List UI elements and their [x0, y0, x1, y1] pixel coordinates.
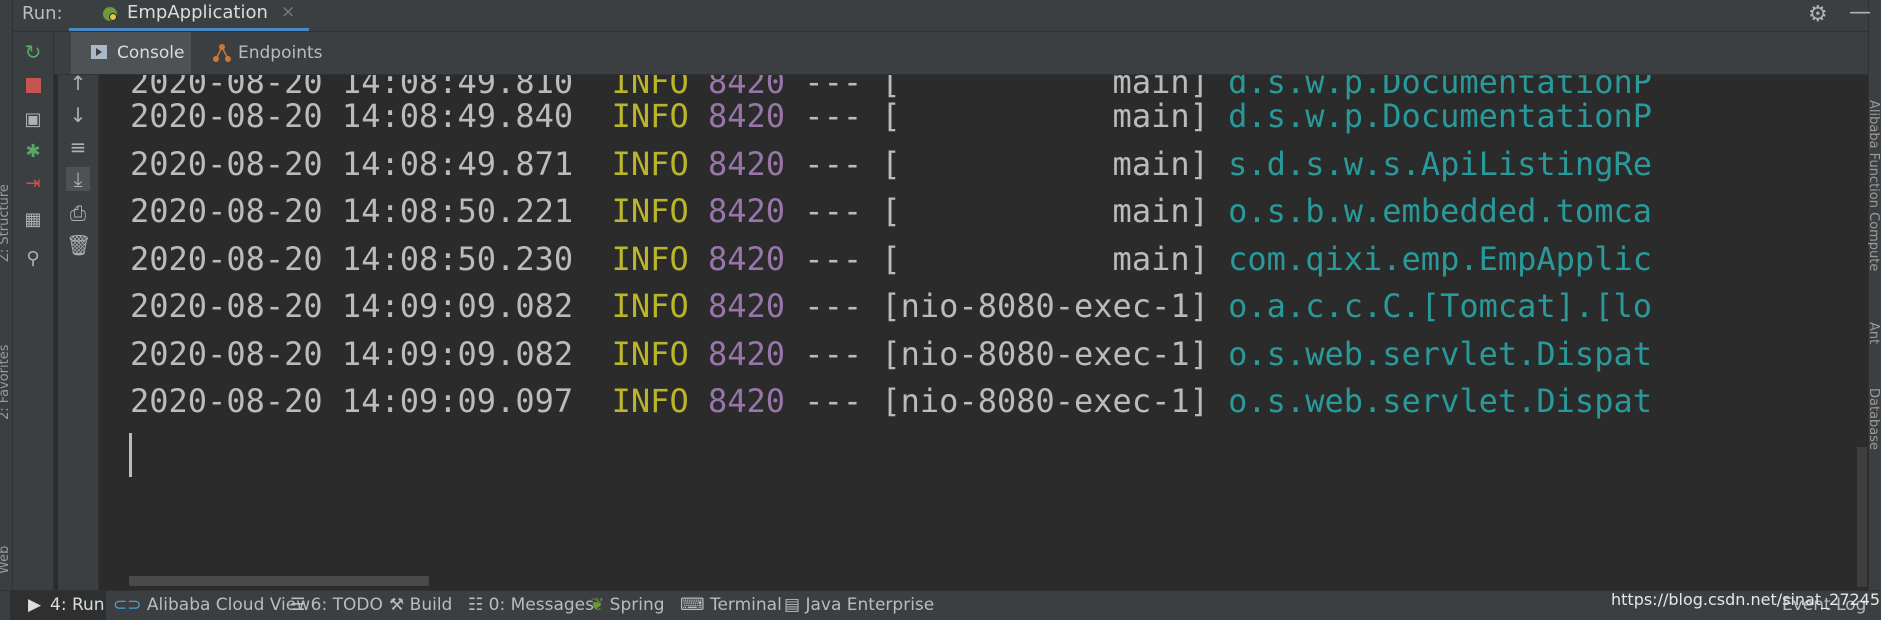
log-line: 2020-08-20 14:09:09.097 INFO 8420 --- [n…: [130, 382, 1652, 420]
tool-button-run[interactable]: ▶ 4: Run: [10, 591, 106, 620]
messages-label: 0: Messages: [488, 595, 594, 615]
tool-button-spring[interactable]: ❦ Spring: [590, 595, 665, 615]
rerun-icon[interactable]: ↻: [21, 40, 45, 64]
run-header: Run: EmpApplication × ⚙ —: [13, 0, 1871, 32]
cloud-icon: ⊂⊃: [113, 595, 142, 615]
cloud-view-label: Alibaba Cloud View: [146, 595, 311, 615]
bottom-tool-bar: ▶ 4: Run ⊂⊃ Alibaba Cloud View ☰ 6: TODO…: [0, 590, 1881, 620]
favorites-tool-button[interactable]: 2: Favorites: [0, 344, 12, 420]
console-toolbar: ↑ ↓ ≡ ⤓ ⎙ 🗑: [58, 71, 99, 590]
endpoints-icon: [213, 44, 231, 62]
spring-icon: ❦: [590, 595, 605, 615]
horizontal-scrollbar[interactable]: [129, 576, 429, 586]
log-line: 2020-08-20 14:08:50.230 INFO 8420 --- [ …: [130, 240, 1652, 278]
tool-button-build[interactable]: ⚒ Build: [389, 595, 452, 615]
tool-button-terminal[interactable]: ⌨ Terminal: [680, 595, 782, 615]
watermark-url: https://blog.csdn.net/sinat_27245917: [1611, 590, 1881, 609]
gear-icon[interactable]: ⚙: [1808, 2, 1828, 27]
hammer-icon: ⚒: [389, 595, 405, 615]
log-line: 2020-08-20 14:09:09.082 INFO 8420 --- [n…: [130, 287, 1652, 325]
print-icon[interactable]: ⎙: [66, 201, 90, 225]
trash-icon[interactable]: 🗑: [66, 233, 91, 257]
tool-button-todo[interactable]: ☰ 6: TODO: [290, 595, 383, 615]
soft-wrap-icon[interactable]: ≡: [66, 135, 90, 159]
tool-button-cloud-view[interactable]: ⊂⊃ Alibaba Cloud View: [113, 595, 310, 615]
run-tab-label: EmpApplication: [127, 2, 268, 23]
log-line: 2020-08-20 14:08:50.221 INFO 8420 --- [ …: [130, 192, 1652, 230]
todo-label: 6: TODO: [310, 595, 383, 615]
log-line: 2020-08-20 14:09:09.082 INFO 8420 --- [n…: [130, 335, 1652, 373]
console-output[interactable]: 2020-08-20 14:08:49.810 INFO 8420 --- [ …: [99, 75, 1868, 589]
scroll-to-end-icon[interactable]: ⤓: [66, 167, 90, 191]
vertical-scrollbar[interactable]: [1857, 447, 1867, 587]
endpoints-tab-label: Endpoints: [238, 43, 323, 63]
left-tool-strip: Web 2: Favorites Z: Structure: [0, 0, 13, 590]
sub-tabs: Console Endpoints: [13, 32, 1868, 75]
terminal-label: Terminal: [709, 595, 782, 615]
spring-label: Spring: [609, 595, 665, 615]
web-tool-button[interactable]: Web: [0, 546, 12, 574]
database-tool-button[interactable]: Database: [1866, 388, 1881, 450]
stop-icon[interactable]: [21, 72, 45, 96]
camera-icon[interactable]: ▣: [21, 108, 45, 132]
messages-icon: ☷: [468, 595, 484, 615]
tab-endpoints[interactable]: Endpoints: [196, 32, 336, 74]
close-icon[interactable]: ×: [281, 2, 295, 22]
ant-tool-button[interactable]: Ant: [1866, 322, 1881, 344]
function-compute-tool-button[interactable]: Alibaba Function Compute: [1866, 100, 1881, 271]
play-icon: ▶: [28, 595, 42, 615]
text-caret: [129, 433, 132, 477]
run-label: Run:: [22, 3, 63, 24]
structure-tool-button[interactable]: Z: Structure: [0, 184, 12, 262]
console-tab-label: Console: [117, 43, 185, 63]
java-ee-icon: ▤: [784, 595, 801, 615]
tool-button-messages[interactable]: ☷ 0: Messages: [468, 595, 594, 615]
java-ee-label: Java Enterprise: [805, 595, 935, 615]
up-arrow-icon[interactable]: ↑: [66, 71, 90, 95]
build-label: Build: [409, 595, 453, 615]
console-icon: [91, 45, 107, 59]
run-tool-label: 4: Run: [50, 595, 105, 615]
debug-icon[interactable]: ✱: [21, 140, 45, 164]
log-line: 2020-08-20 14:08:49.840 INFO 8420 --- [ …: [130, 97, 1652, 135]
run-config-tab[interactable]: EmpApplication ×: [69, 0, 309, 31]
minimize-icon[interactable]: —: [1849, 0, 1871, 25]
right-tool-strip: Alibaba Function Compute Ant Database: [1866, 0, 1881, 590]
tool-button-java-enterprise[interactable]: ▤ Java Enterprise: [784, 595, 934, 615]
terminal-icon: ⌨: [680, 595, 705, 615]
down-arrow-icon[interactable]: ↓: [66, 103, 90, 127]
list-icon: ☰: [290, 595, 306, 615]
spring-boot-icon: [103, 7, 117, 21]
tab-console[interactable]: Console: [71, 32, 191, 74]
exit-icon[interactable]: ⇥: [21, 172, 45, 196]
log-line: 2020-08-20 14:08:49.871 INFO 8420 --- [ …: [130, 145, 1652, 183]
pin-icon[interactable]: ⚲: [21, 247, 45, 271]
run-toolbar: ↻ ▣ ✱ ⇥ ▦ ⚲: [13, 32, 54, 590]
layout-icon[interactable]: ▦: [21, 208, 45, 232]
